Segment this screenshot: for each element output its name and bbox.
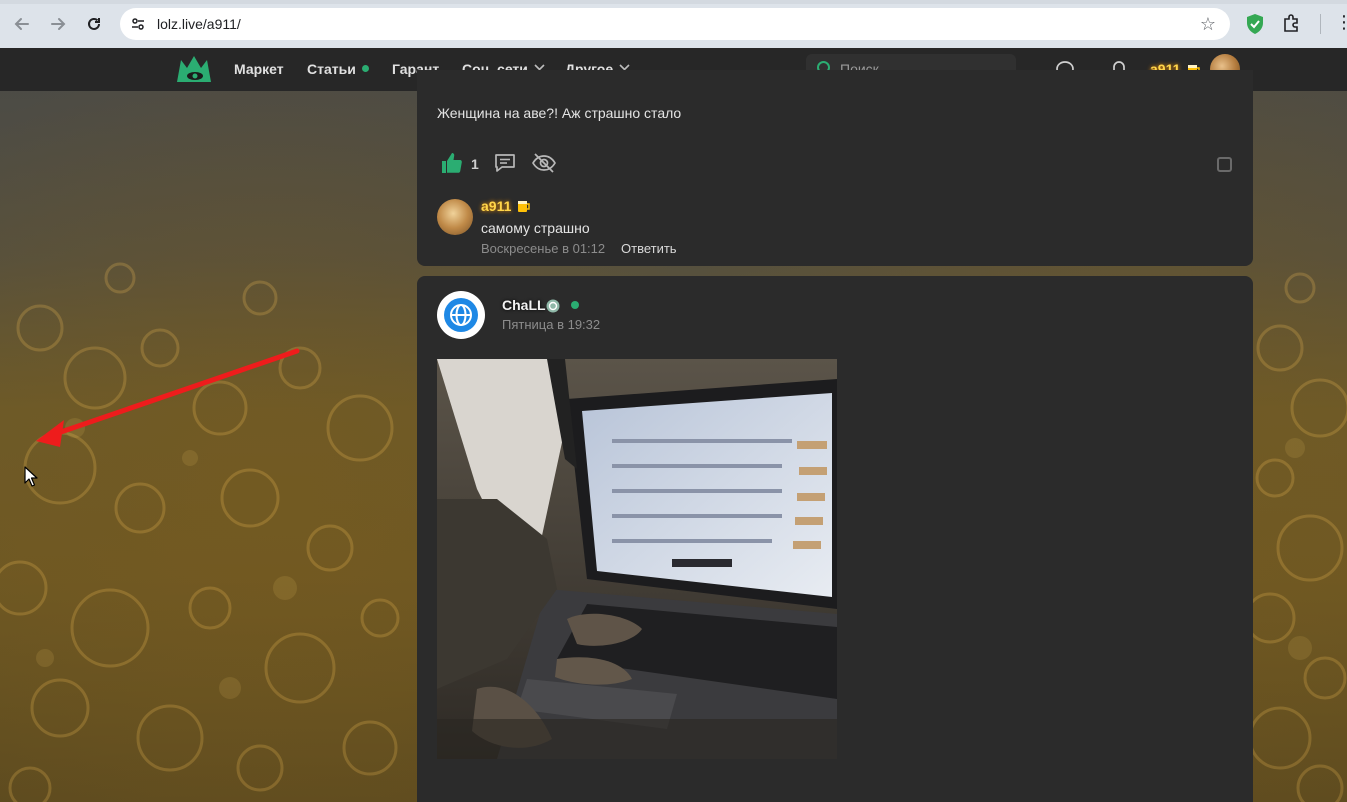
mouse-cursor-icon [24, 466, 38, 487]
star-icon[interactable]: ☆ [1200, 14, 1216, 35]
site-logo-icon[interactable] [175, 54, 213, 84]
laptop-photo [437, 359, 837, 759]
shield-check-icon[interactable] [1245, 13, 1265, 35]
globe-icon [444, 298, 478, 332]
address-bar[interactable]: lolz.live/a911/ ☆ [120, 8, 1230, 40]
nav-articles[interactable]: Статьи [307, 61, 369, 77]
reply-author[interactable]: a911 [481, 198, 511, 214]
verified-badge-icon [546, 299, 560, 313]
url-text[interactable]: lolz.live/a911/ [157, 16, 241, 32]
puzzle-icon[interactable] [1282, 13, 1302, 33]
reload-icon[interactable] [82, 12, 106, 36]
kebab-menu-icon[interactable]: ⋮ [1335, 12, 1347, 33]
reply-button[interactable]: Ответить [621, 241, 677, 256]
comment-icon[interactable] [493, 151, 517, 175]
reply-avatar[interactable] [437, 199, 473, 235]
eye-off-icon[interactable] [531, 151, 557, 175]
tune-icon[interactable] [130, 16, 146, 32]
reply-text: самому страшно [481, 220, 590, 236]
post-image[interactable] [437, 359, 837, 759]
select-checkbox[interactable] [1217, 157, 1232, 172]
author-name[interactable]: ChaLL [502, 297, 546, 313]
browser-toolbar: lolz.live/a911/ ☆ ⋮ [0, 0, 1347, 48]
post-text: Женщина на аве?! Аж страшно стало [437, 105, 682, 121]
thumbs-up-icon[interactable] [440, 151, 464, 175]
beer-mug-icon [518, 201, 530, 212]
toolbar-divider [1320, 14, 1321, 34]
nav-articles-label: Статьи [307, 61, 356, 77]
online-status-dot [571, 301, 579, 309]
tab-strip-edge [0, 0, 1347, 4]
post-timestamp[interactable]: Пятница в 19:32 [502, 317, 600, 332]
nav-market[interactable]: Маркет [234, 61, 284, 77]
reply-timestamp[interactable]: Воскресенье в 01:12 [481, 241, 605, 256]
forward-arrow-icon[interactable] [46, 12, 70, 36]
new-indicator-dot [361, 65, 369, 72]
back-arrow-icon[interactable] [10, 12, 34, 36]
like-count: 1 [471, 156, 479, 172]
author-avatar[interactable] [437, 291, 485, 339]
